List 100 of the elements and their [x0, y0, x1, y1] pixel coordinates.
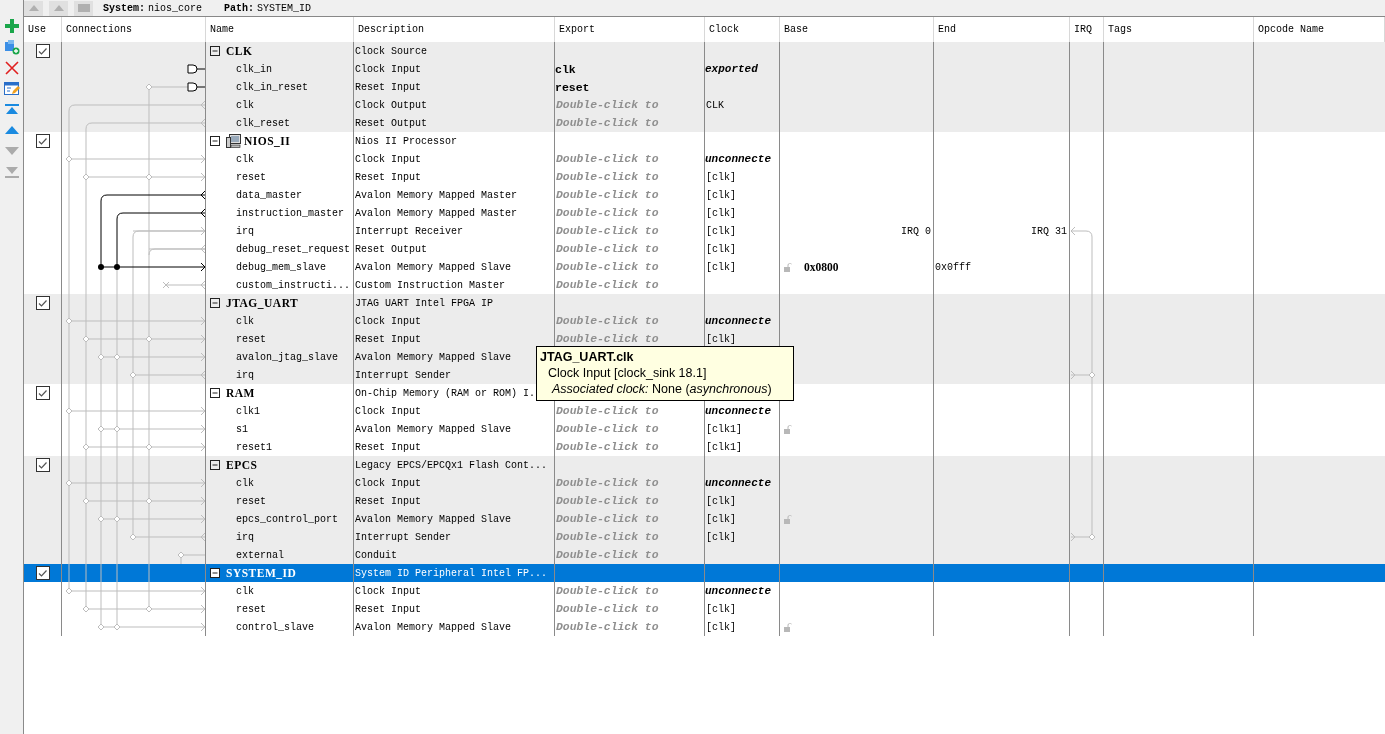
- use-checkbox[interactable]: [35, 296, 50, 310]
- clock-text: [clk]: [705, 621, 736, 633]
- computer-icon: [226, 134, 241, 148]
- port-name: irq: [235, 225, 254, 237]
- export-hint[interactable]: Double-click to: [555, 333, 659, 345]
- collapse-icon[interactable]: [210, 298, 220, 308]
- description-text: Clock Source: [354, 45, 427, 57]
- add-button[interactable]: [2, 17, 21, 34]
- module-name[interactable]: EPCS: [226, 459, 258, 471]
- export-hint[interactable]: Double-click to: [555, 405, 659, 417]
- port-name: s1: [235, 423, 248, 435]
- export-hint[interactable]: Double-click to: [555, 585, 659, 597]
- export-hint[interactable]: Double-click to: [555, 117, 659, 129]
- export-name[interactable]: clk: [555, 62, 576, 76]
- export-hint[interactable]: Double-click to: [555, 477, 659, 489]
- export-hint[interactable]: Double-click to: [555, 423, 659, 435]
- use-checkbox[interactable]: [35, 44, 50, 58]
- export-name[interactable]: reset: [555, 80, 590, 94]
- description-text: Avalon Memory Mapped Master: [354, 189, 518, 201]
- base-text: IRQ 0: [900, 225, 931, 237]
- module-name[interactable]: SYSTEM_ID: [226, 567, 297, 579]
- clock-text: unconnecte: [705, 315, 771, 327]
- export-hint[interactable]: Double-click to: [555, 513, 659, 525]
- port-name: data_master: [235, 189, 302, 201]
- export-hint[interactable]: Double-click to: [555, 495, 659, 507]
- clock-text: [clk]: [705, 243, 736, 255]
- description-text: Avalon Memory Mapped Slave: [354, 261, 512, 273]
- edit-button[interactable]: [2, 80, 21, 97]
- export-hint[interactable]: Double-click to: [555, 279, 659, 291]
- clock-text: [clk]: [705, 603, 736, 615]
- port-name: control_slave: [235, 621, 314, 633]
- export-hint[interactable]: Double-click to: [555, 531, 659, 543]
- export-hint[interactable]: Double-click to: [555, 261, 659, 273]
- description-text: Interrupt Sender: [354, 369, 451, 381]
- export-hint[interactable]: Double-click to: [555, 171, 659, 183]
- export-hint[interactable]: Double-click to: [555, 153, 659, 165]
- description-text: Avalon Memory Mapped Slave: [354, 351, 512, 363]
- export-hint[interactable]: Double-click to: [555, 441, 659, 453]
- description-text: Clock Input: [354, 405, 421, 417]
- up-arrow-icon: [28, 5, 39, 11]
- collapse-icon[interactable]: [210, 388, 220, 398]
- port-name: clk_in: [235, 63, 272, 75]
- port-name: clk: [235, 585, 254, 597]
- module-icon: [77, 4, 90, 12]
- export-hint[interactable]: Double-click to: [555, 315, 659, 327]
- port-name: avalon_jtag_slave: [235, 351, 339, 363]
- collapse-icon[interactable]: [210, 136, 220, 146]
- description-text: Reset Input: [354, 81, 421, 93]
- port-name: clk: [235, 153, 254, 165]
- clock-text: [clk1]: [705, 423, 742, 435]
- export-hint[interactable]: Double-click to: [555, 549, 659, 561]
- description-text: Avalon Memory Mapped Master: [354, 207, 518, 219]
- use-checkbox[interactable]: [35, 134, 50, 148]
- end-text: IRQ 31: [1030, 225, 1067, 237]
- port-name: instruction_master: [235, 207, 345, 219]
- description-text: System ID Peripheral Intel FP...: [354, 567, 548, 579]
- description-text: JTAG UART Intel FPGA IP: [354, 297, 494, 309]
- port-name: custom_instructi...: [235, 279, 351, 291]
- description-text: Clock Output: [354, 99, 427, 111]
- close-icon: [4, 60, 19, 75]
- collapse-icon[interactable]: [210, 568, 220, 578]
- clock-text: CLK: [705, 99, 724, 111]
- up-arrow-icon: [53, 5, 64, 11]
- move-down-icon: [4, 147, 19, 156]
- module-name[interactable]: JTAG_UART: [226, 297, 299, 309]
- port-name: clk_in_reset: [235, 81, 308, 93]
- description-text: Legacy EPCS/EPCQx1 Flash Cont...: [354, 459, 548, 471]
- collapse-icon[interactable]: [210, 46, 220, 56]
- use-checkbox[interactable]: [35, 458, 50, 472]
- port-name: clk1: [235, 405, 260, 417]
- export-hint[interactable]: Double-click to: [555, 99, 659, 111]
- module-name[interactable]: CLK: [226, 45, 253, 57]
- clock-text: [clk]: [705, 333, 736, 345]
- port-name: clk: [235, 315, 254, 327]
- move-top-icon: [4, 103, 19, 116]
- use-checkbox[interactable]: [35, 566, 50, 580]
- export-hint[interactable]: Double-click to: [555, 243, 659, 255]
- clock-text: [clk]: [705, 189, 736, 201]
- remove-button[interactable]: [2, 59, 21, 76]
- export-hint[interactable]: Double-click to: [555, 225, 659, 237]
- tooltip-title: JTAG_UART.clk: [540, 349, 635, 365]
- clock-text: exported: [705, 63, 758, 75]
- add-module-button[interactable]: [2, 38, 21, 55]
- export-hint[interactable]: Double-click to: [555, 603, 659, 615]
- collapse-icon[interactable]: [210, 460, 220, 470]
- path-value: SYSTEM_ID: [257, 2, 312, 14]
- description-text: Reset Input: [354, 603, 421, 615]
- clock-text: unconnecte: [705, 153, 771, 165]
- module-name[interactable]: NIOS_II: [244, 135, 291, 147]
- system-name: nios_core: [148, 2, 203, 14]
- system-label: System:: [103, 2, 145, 14]
- use-checkbox[interactable]: [35, 386, 50, 400]
- clock-text: unconnecte: [705, 405, 771, 417]
- module-name[interactable]: RAM: [226, 387, 255, 399]
- export-hint[interactable]: Double-click to: [555, 207, 659, 219]
- clock-text: [clk1]: [705, 441, 742, 453]
- export-hint[interactable]: Double-click to: [555, 189, 659, 201]
- tooltip-text: Clock Input [clock_sink 18.1]: [547, 365, 708, 381]
- port-name: reset: [235, 171, 266, 183]
- export-hint[interactable]: Double-click to: [555, 621, 659, 633]
